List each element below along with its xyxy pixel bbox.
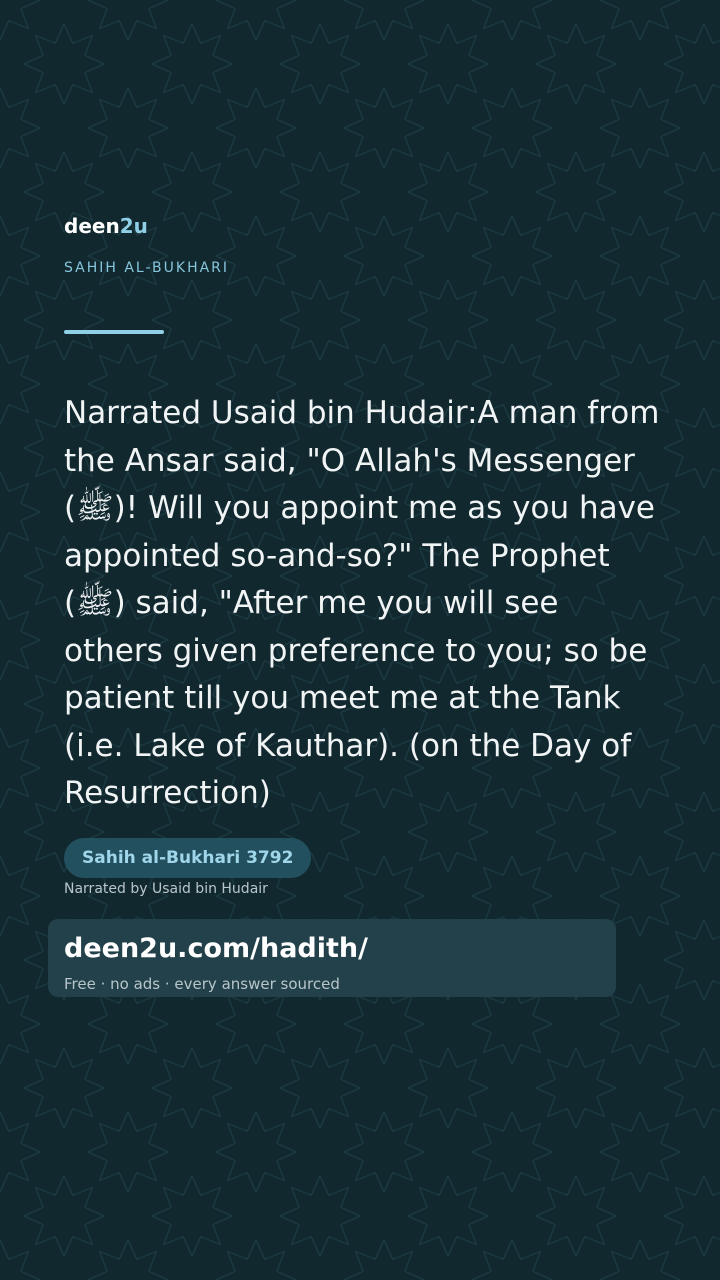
narrator-line: Narrated by Usaid bin Hudair: [64, 881, 268, 897]
hadith-text: Narrated Usaid bin Hudair:A man from the…: [64, 395, 660, 811]
hadith-card: deen2u SAHIH AL-BUKHARI Narrated Usaid b…: [0, 0, 720, 1280]
collection-label: SAHIH AL-BUKHARI: [64, 260, 230, 276]
brand-logo: deen2u: [64, 214, 148, 238]
cta-tagline: Free · no ads · every answer sourced: [64, 975, 340, 993]
cta-panel[interactable]: deen2u.com/hadith/ Free · no ads · every…: [48, 919, 616, 997]
brand-name-accent: 2u: [119, 214, 148, 238]
reference-badge: Sahih al-Bukhari 3792: [64, 838, 312, 878]
accent-divider: [64, 330, 164, 334]
cta-url-link[interactable]: deen2u.com/hadith/: [64, 933, 368, 965]
brand-name-main: deen: [64, 214, 120, 238]
